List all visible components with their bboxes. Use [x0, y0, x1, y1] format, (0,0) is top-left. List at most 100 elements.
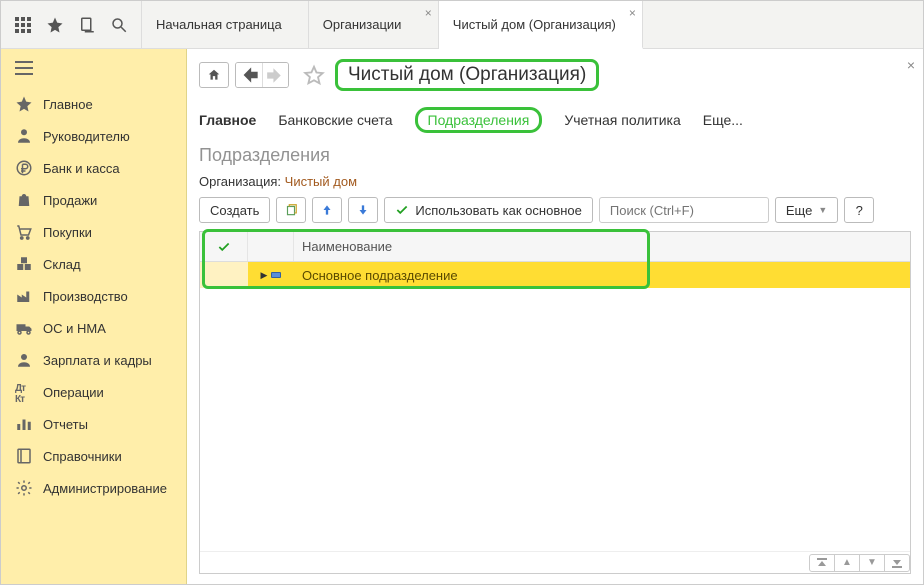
move-down-button[interactable] [348, 197, 378, 223]
book-icon [15, 447, 33, 465]
tab-organizations[interactable]: Организации × [309, 1, 439, 48]
sidebar-item-manager[interactable]: Руководителю [1, 120, 186, 152]
main-panel: × Чистый дом (Организация) Главное [187, 49, 923, 584]
org-value[interactable]: Чистый дом [285, 174, 357, 189]
sidebar-item-label: Операции [43, 385, 104, 400]
help-button[interactable]: ? [844, 197, 874, 223]
gear-icon [15, 479, 33, 497]
help-label: ? [856, 203, 863, 218]
use-as-main-button[interactable]: Использовать как основное [384, 197, 592, 223]
sidebar-item-label: Справочники [43, 449, 122, 464]
row-tree-cell[interactable]: ▶ [248, 270, 294, 281]
close-panel-button[interactable]: × [907, 57, 915, 73]
nav-first-button[interactable] [809, 554, 835, 572]
table-row[interactable]: ▶ Основное подразделение [200, 262, 910, 288]
sidebar-item-warehouse[interactable]: Склад [1, 248, 186, 280]
chart-icon [15, 415, 33, 433]
chevron-down-icon: ▼ [818, 205, 827, 215]
command-bar: Создать Использовать как основное × [199, 197, 911, 223]
header-check-column[interactable] [200, 232, 248, 261]
sidebar-item-label: Администрирование [43, 481, 167, 496]
bag-icon [15, 191, 33, 209]
sidebar-item-production[interactable]: Производство [1, 280, 186, 312]
create-label: Создать [210, 203, 259, 218]
home-button[interactable] [199, 62, 229, 88]
tabs: Начальная страница Организации × Чистый … [141, 1, 643, 48]
sidebar-item-label: ОС и НМА [43, 321, 106, 336]
page-title: Чистый дом (Организация) [335, 59, 599, 91]
sidebar: Главное Руководителю Банк и касса Продаж… [1, 49, 187, 584]
use-as-main-label: Использовать как основное [415, 203, 581, 218]
tab-start-page[interactable]: Начальная страница [141, 1, 309, 48]
subnav-bank-accounts[interactable]: Банковские счета [278, 112, 392, 128]
app-window: Начальная страница Организации × Чистый … [0, 0, 924, 585]
subnav-more[interactable]: Еще... [703, 112, 743, 128]
table-body[interactable]: ▶ Основное подразделение [200, 262, 910, 551]
back-button[interactable] [236, 63, 262, 87]
tab-label: Организации [323, 17, 402, 32]
sidebar-item-admin[interactable]: Администрирование [1, 472, 186, 504]
subnav-departments[interactable]: Подразделения [415, 107, 543, 133]
sub-navigation: Главное Банковские счета Подразделения У… [199, 107, 911, 133]
subnav-accounting-policy[interactable]: Учетная политика [564, 112, 680, 128]
close-icon[interactable]: × [629, 7, 636, 19]
nav-down-button[interactable]: ▼ [859, 554, 885, 572]
nav-last-button[interactable] [884, 554, 910, 572]
expand-icon[interactable]: ▶ [261, 270, 268, 281]
collapse-icon[interactable] [271, 272, 281, 278]
table-header: Наименование [200, 232, 910, 262]
sidebar-item-purchases[interactable]: Покупки [1, 216, 186, 248]
search-field[interactable]: × [599, 197, 769, 223]
sidebar-item-label: Отчеты [43, 417, 88, 432]
subnav-main[interactable]: Главное [199, 112, 256, 128]
search-icon[interactable] [103, 7, 135, 43]
boxes-icon [15, 255, 33, 273]
favorite-star-icon[interactable] [303, 64, 325, 86]
sidebar-item-sales[interactable]: Продажи [1, 184, 186, 216]
sidebar-item-label: Зарплата и кадры [43, 353, 152, 368]
cart-icon [15, 223, 33, 241]
star-icon [15, 95, 33, 113]
operations-icon: ДтКт [15, 383, 33, 401]
sidebar-toggle[interactable] [1, 53, 186, 88]
row-check-cell [200, 262, 248, 288]
row-name-cell: Основное подразделение [294, 268, 458, 283]
toolbar-icons [1, 1, 141, 48]
ruble-icon [15, 159, 33, 177]
sidebar-item-label: Склад [43, 257, 81, 272]
search-input[interactable] [608, 202, 788, 219]
sidebar-item-main[interactable]: Главное [1, 88, 186, 120]
factory-icon [15, 287, 33, 305]
close-icon[interactable]: × [425, 7, 432, 19]
tab-label: Начальная страница [156, 17, 282, 32]
sidebar-item-catalogs[interactable]: Справочники [1, 440, 186, 472]
move-up-button[interactable] [312, 197, 342, 223]
sidebar-item-assets[interactable]: ОС и НМА [1, 312, 186, 344]
header-name-column[interactable]: Наименование [294, 239, 392, 254]
copy-button[interactable] [276, 197, 306, 223]
sidebar-item-hr[interactable]: Зарплата и кадры [1, 344, 186, 376]
person-icon [15, 351, 33, 369]
user-tie-icon [15, 127, 33, 145]
more-button[interactable]: Еще ▼ [775, 197, 838, 223]
sidebar-item-bank[interactable]: Банк и касса [1, 152, 186, 184]
nav-up-button[interactable]: ▲ [834, 554, 860, 572]
sidebar-item-label: Продажи [43, 193, 97, 208]
nav-back-forward [235, 62, 289, 88]
forward-button[interactable] [262, 63, 288, 87]
main-nav-bar: Чистый дом (Организация) [199, 59, 911, 91]
create-button[interactable]: Создать [199, 197, 270, 223]
sidebar-item-operations[interactable]: ДтКт Операции [1, 376, 186, 408]
favorites-star-icon[interactable] [39, 7, 71, 43]
header-expand-column [248, 232, 294, 261]
top-toolbar: Начальная страница Организации × Чистый … [1, 1, 923, 49]
sidebar-item-label: Покупки [43, 225, 92, 240]
table-footer-nav: ▲ ▼ [200, 551, 910, 573]
sidebar-item-label: Главное [43, 97, 93, 112]
sidebar-item-label: Производство [43, 289, 128, 304]
apps-icon[interactable] [7, 7, 39, 43]
tab-organization-detail[interactable]: Чистый дом (Организация) × [439, 1, 643, 49]
history-icon[interactable] [71, 7, 103, 43]
sidebar-item-reports[interactable]: Отчеты [1, 408, 186, 440]
truck-icon [15, 319, 33, 337]
